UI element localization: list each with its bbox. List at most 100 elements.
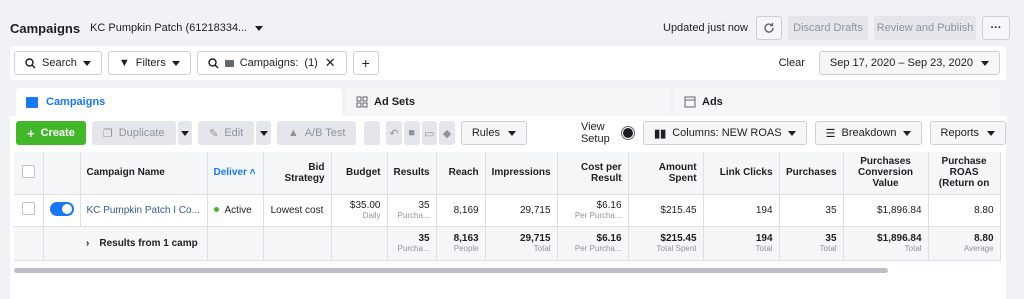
review-publish-button[interactable]: Review and Publish: [874, 16, 976, 40]
totals-empty: [263, 226, 332, 261]
col-campaign-name[interactable]: Campaign Name: [80, 152, 208, 195]
campaign-toggle[interactable]: [49, 201, 74, 216]
col-delivery[interactable]: Deliver ˄: [207, 152, 264, 195]
undo-button[interactable]: ↶: [386, 121, 402, 145]
duplicate-dropdown[interactable]: [177, 121, 193, 145]
totals-empty: [14, 226, 44, 261]
totals-cpr-sub: Per Purcha...: [574, 244, 622, 253]
row-checkbox[interactable]: [21, 202, 35, 215]
date-range-picker[interactable]: Sep 17, 2020 – Sep 23, 2020: [818, 51, 1000, 75]
select-all-cell: [14, 152, 44, 195]
status-dot-icon: [213, 207, 219, 213]
tab-ads[interactable]: Ads: [674, 88, 1000, 116]
more-options-button[interactable]: ···: [982, 16, 1010, 40]
col-reach[interactable]: Reach: [436, 152, 486, 195]
search-input[interactable]: Campaigns: (1) ✕: [196, 51, 347, 75]
reports-button[interactable]: Reports: [929, 121, 1007, 145]
ab-test-label: A/B Test: [304, 127, 346, 139]
totals-pcv-sub: Total: [904, 244, 922, 253]
totals-clicks: 194 Total: [703, 226, 780, 261]
close-icon[interactable]: ✕: [325, 55, 336, 71]
col-purchases[interactable]: Purchases: [779, 152, 844, 195]
blank-button[interactable]: [364, 121, 381, 145]
totals-clicks-value: 194: [755, 233, 773, 244]
col-bid-strategy[interactable]: Bid Strategy: [263, 152, 332, 195]
totals-impressions: 29,715 Total: [485, 226, 558, 261]
cpr-cell: $6.16 Per Purcha...: [557, 194, 629, 227]
folder-icon: [224, 59, 234, 67]
budget-cell[interactable]: $35.00 Daily: [331, 194, 388, 227]
ab-test-button[interactable]: ▲ A/B Test: [276, 121, 357, 145]
edit-dropdown[interactable]: [256, 121, 271, 145]
chevron-down-icon: [82, 60, 91, 66]
totals-purchases: 35 Total: [779, 226, 844, 261]
refresh-icon: [764, 23, 774, 33]
tab-adsets[interactable]: Ad Sets: [346, 88, 670, 116]
refresh-button[interactable]: [756, 16, 782, 40]
rules-button[interactable]: Rules: [460, 121, 527, 145]
reports-label: Reports: [940, 127, 980, 139]
col-purchases-conversion-value[interactable]: Purchases Conversion Value: [843, 152, 929, 195]
tag-button[interactable]: ◆: [439, 121, 455, 145]
search-icon: [25, 57, 36, 68]
page-title: Campaigns: [10, 20, 81, 36]
create-button[interactable]: + Create: [16, 121, 86, 145]
table-row[interactable]: KC Pumpkin Patch I Co... Active Lowest c…: [14, 194, 1001, 227]
bid-cell: Lowest cost: [263, 194, 332, 227]
clear-link[interactable]: Clear: [779, 57, 805, 69]
col-impressions[interactable]: Impressions: [485, 152, 558, 195]
create-label: Create: [40, 127, 75, 139]
duplicate-icon: ❐: [102, 127, 113, 140]
view-setup-toggle[interactable]: [620, 126, 636, 140]
search-button[interactable]: Search: [14, 51, 102, 75]
view-setup-label: View Setup: [580, 121, 610, 145]
delete-button[interactable]: ■: [403, 121, 420, 145]
search-row: Search ▼ Filters Campaigns: (1) ✕ + Clear S…: [10, 46, 1006, 80]
add-filter-button[interactable]: +: [352, 51, 379, 75]
totals-impressions-sub: Total: [533, 244, 551, 253]
chevron-down-icon: [507, 130, 516, 136]
col-cost-per-result[interactable]: Cost per Result: [557, 152, 629, 195]
account-selector[interactable]: KC Pumpkin Patch (61218334...: [90, 22, 264, 34]
reach-cell: 8,169: [436, 194, 486, 227]
totals-label-cell[interactable]: › Results from 1 camp: [80, 226, 208, 261]
budget-sub: Daily: [362, 211, 381, 220]
horizontal-scrollbar[interactable]: [14, 268, 888, 273]
totals-cpr: $6.16 Per Purcha...: [557, 226, 629, 261]
chevron-right-icon: ›: [86, 237, 90, 249]
chevron-down-icon: [787, 130, 796, 136]
filters-label: Filters: [135, 57, 166, 69]
chevron-down-icon: [255, 25, 264, 31]
filters-button[interactable]: ▼ Filters: [107, 51, 191, 75]
discard-drafts-button[interactable]: Discard Drafts: [788, 16, 868, 40]
account-name: KC Pumpkin Patch (61218334...: [90, 22, 248, 34]
edit-button[interactable]: ✎ Edit: [198, 121, 255, 145]
chip-count: (1): [304, 57, 318, 69]
date-range-label: Sep 17, 2020 – Sep 23, 2020: [829, 57, 973, 69]
col-budget[interactable]: Budget: [331, 152, 388, 195]
totals-cpr-value: $6.16: [596, 233, 622, 244]
sort-asc-icon: ˄: [246, 167, 256, 179]
delivery-cell: Active: [207, 194, 264, 227]
totals-roas: 8.80 Average: [928, 226, 1001, 261]
tab-campaigns[interactable]: Campaigns: [16, 88, 342, 116]
results-cell: 35 Purcha...: [387, 194, 437, 227]
col-amount-spent[interactable]: Amount Spent: [628, 152, 704, 195]
col-purchase-roas[interactable]: Purchase ROAS (Return on: [928, 152, 1001, 195]
campaigns-table: Campaign Name Deliver ˄ Bid Strategy Bud…: [14, 152, 1001, 261]
totals-row: › Results from 1 camp 35 Purcha... 8,163 Pe…: [14, 226, 1001, 261]
col-link-clicks[interactable]: Link Clicks: [703, 152, 780, 195]
totals-empty: [207, 226, 264, 261]
spent-cell: $215.45: [628, 194, 704, 227]
select-all-checkbox[interactable]: [21, 164, 35, 178]
breakdown-button[interactable]: ☰ Breakdown: [814, 121, 922, 145]
col-results[interactable]: Results: [387, 152, 437, 195]
duplicate-button[interactable]: ❐ Duplicate: [91, 121, 176, 145]
flask-icon: ▲: [287, 127, 299, 139]
campaign-name-link[interactable]: KC Pumpkin Patch I Co...: [80, 194, 208, 227]
totals-empty: [331, 226, 388, 261]
preview-button[interactable]: ▭: [421, 121, 438, 145]
totals-purchases-sub: Total: [819, 244, 837, 253]
breakdown-icon: ☰: [825, 127, 836, 140]
columns-button[interactable]: ▮▮ Columns: NEW ROAS: [643, 121, 807, 145]
